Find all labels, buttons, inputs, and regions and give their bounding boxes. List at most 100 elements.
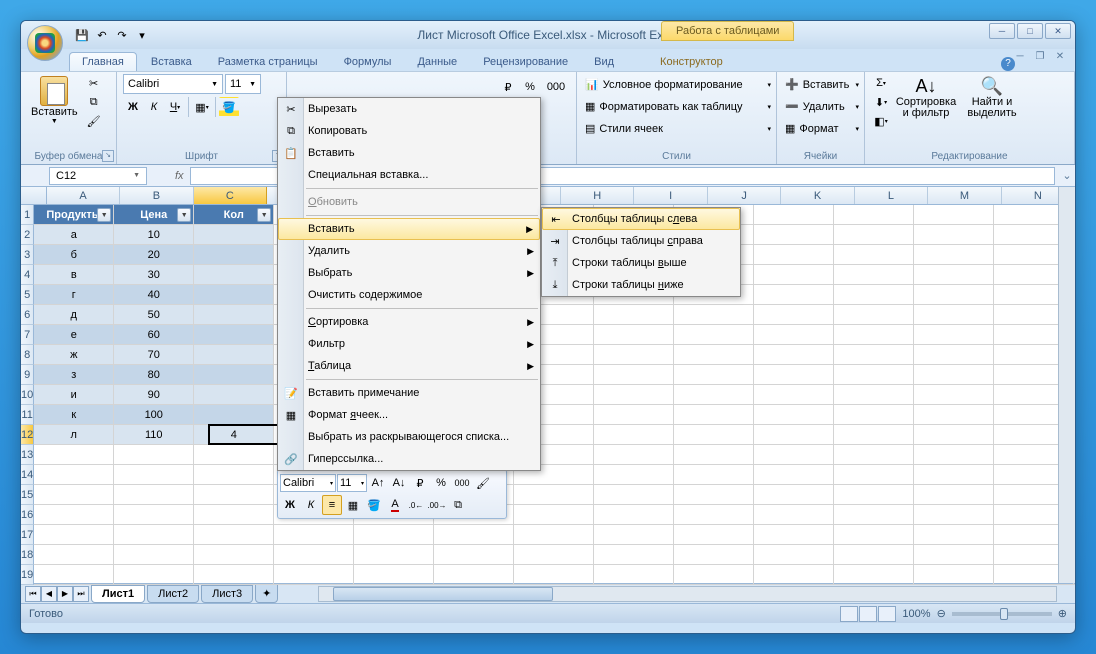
cell[interactable] xyxy=(674,445,754,465)
cell[interactable] xyxy=(834,285,914,305)
mt-percent-icon[interactable]: % xyxy=(431,473,451,493)
mt-font-color-icon[interactable]: A xyxy=(385,495,405,515)
row-header[interactable]: 2 xyxy=(21,225,34,245)
cell[interactable] xyxy=(194,465,274,485)
cell[interactable]: 60 xyxy=(114,325,194,345)
row-header[interactable]: 13 xyxy=(21,445,34,465)
cell[interactable]: 70 xyxy=(114,345,194,365)
font-size-combo[interactable]: 11▼ xyxy=(225,74,261,94)
cell[interactable] xyxy=(674,485,754,505)
cm-copy[interactable]: ⧉Копировать xyxy=(278,120,540,142)
cell[interactable]: б xyxy=(34,245,114,265)
cell[interactable] xyxy=(194,385,274,405)
col-header[interactable]: I xyxy=(634,187,707,204)
cell[interactable] xyxy=(834,505,914,525)
cell[interactable]: з xyxy=(34,365,114,385)
cell[interactable] xyxy=(354,525,434,545)
cell[interactable] xyxy=(514,485,594,505)
col-header[interactable]: C xyxy=(194,187,267,204)
office-button[interactable] xyxy=(27,25,63,61)
cm-filter[interactable]: Фильтр▶ xyxy=(278,333,540,355)
cell[interactable] xyxy=(594,525,674,545)
row-header[interactable]: 14 xyxy=(21,465,34,485)
mt-borders-icon[interactable]: ▦ xyxy=(343,495,363,515)
cell[interactable] xyxy=(834,245,914,265)
paste-button[interactable]: Вставить ▼ xyxy=(27,74,82,130)
cell[interactable] xyxy=(594,405,674,425)
tab-nav-prev-icon[interactable]: ◀ xyxy=(41,586,57,602)
cell[interactable] xyxy=(34,545,114,565)
cell[interactable] xyxy=(674,405,754,425)
cm-table[interactable]: Таблица▶ xyxy=(278,355,540,377)
cell[interactable] xyxy=(834,345,914,365)
tab-review[interactable]: Рецензирование xyxy=(471,53,580,71)
tab-page-layout[interactable]: Разметка страницы xyxy=(206,53,330,71)
cell[interactable] xyxy=(194,265,274,285)
cell[interactable] xyxy=(514,545,594,565)
filter-dropdown-icon[interactable]: ▼ xyxy=(97,208,111,222)
cm-clear[interactable]: Очистить содержимое xyxy=(278,284,540,306)
row-header[interactable]: 15 xyxy=(21,485,34,505)
row-header[interactable]: 7 xyxy=(21,325,34,345)
comma-style-button[interactable]: 000 xyxy=(542,77,570,97)
cell[interactable] xyxy=(594,485,674,505)
sheet-tab-3[interactable]: Лист3 xyxy=(201,585,253,603)
col-header[interactable]: B xyxy=(120,187,193,204)
cell[interactable] xyxy=(674,345,754,365)
cell[interactable] xyxy=(914,225,994,245)
cell[interactable] xyxy=(34,445,114,465)
mt-italic-button[interactable]: К xyxy=(301,495,321,515)
cell[interactable] xyxy=(594,505,674,525)
cell[interactable] xyxy=(914,385,994,405)
cell[interactable] xyxy=(194,245,274,265)
cell[interactable]: 4 xyxy=(194,425,274,445)
qat-save-icon[interactable]: 💾 xyxy=(73,26,91,44)
cell[interactable] xyxy=(754,385,834,405)
cell[interactable] xyxy=(914,245,994,265)
find-select-button[interactable]: 🔍 Найти и выделить xyxy=(961,74,1023,121)
mt-decrease-decimal-icon[interactable]: .0← xyxy=(406,495,426,515)
cell[interactable] xyxy=(834,425,914,445)
cell[interactable]: 100 xyxy=(114,405,194,425)
cell[interactable] xyxy=(914,565,994,585)
cell[interactable] xyxy=(594,325,674,345)
bold-button[interactable]: Ж xyxy=(123,97,143,117)
tab-nav-last-icon[interactable]: ⏭ xyxy=(73,586,89,602)
cm-hyperlink[interactable]: 🔗Гиперссылка... xyxy=(278,448,540,470)
cell[interactable] xyxy=(274,525,354,545)
cell[interactable] xyxy=(754,525,834,545)
row-header[interactable]: 3 xyxy=(21,245,34,265)
underline-button[interactable]: Ч▾ xyxy=(165,97,185,117)
cell[interactable] xyxy=(594,385,674,405)
cell[interactable] xyxy=(34,465,114,485)
cell[interactable] xyxy=(674,305,754,325)
cell[interactable] xyxy=(754,445,834,465)
cell[interactable] xyxy=(754,205,834,225)
cell[interactable] xyxy=(194,305,274,325)
col-header[interactable]: K xyxy=(781,187,854,204)
cell[interactable]: Цена▼ xyxy=(114,205,194,225)
cell[interactable] xyxy=(274,545,354,565)
cell[interactable] xyxy=(194,225,274,245)
cell[interactable] xyxy=(834,525,914,545)
mt-font-combo[interactable]: Calibri▾ xyxy=(280,474,336,492)
cell[interactable] xyxy=(674,565,754,585)
cell[interactable]: 90 xyxy=(114,385,194,405)
mt-format-painter-icon[interactable]: 🖌 xyxy=(473,473,493,493)
horizontal-scrollbar[interactable] xyxy=(318,586,1057,602)
cell[interactable] xyxy=(914,505,994,525)
sm-cols-right[interactable]: ⇥Столбцы таблицы справа xyxy=(542,230,740,252)
tab-design[interactable]: Конструктор xyxy=(648,53,735,71)
cut-icon[interactable]: ✂ xyxy=(84,74,104,92)
cell[interactable]: е xyxy=(34,325,114,345)
cm-comment[interactable]: 📝Вставить примечание xyxy=(278,382,540,404)
row-header[interactable]: 17 xyxy=(21,525,34,545)
cell[interactable] xyxy=(194,485,274,505)
cell[interactable] xyxy=(834,405,914,425)
cell[interactable] xyxy=(114,465,194,485)
cell[interactable] xyxy=(914,445,994,465)
sort-filter-button[interactable]: A↓ Сортировка и фильтр xyxy=(895,74,957,121)
view-normal-icon[interactable] xyxy=(840,606,858,622)
cell[interactable] xyxy=(914,325,994,345)
row-header[interactable]: 12 xyxy=(21,425,34,445)
